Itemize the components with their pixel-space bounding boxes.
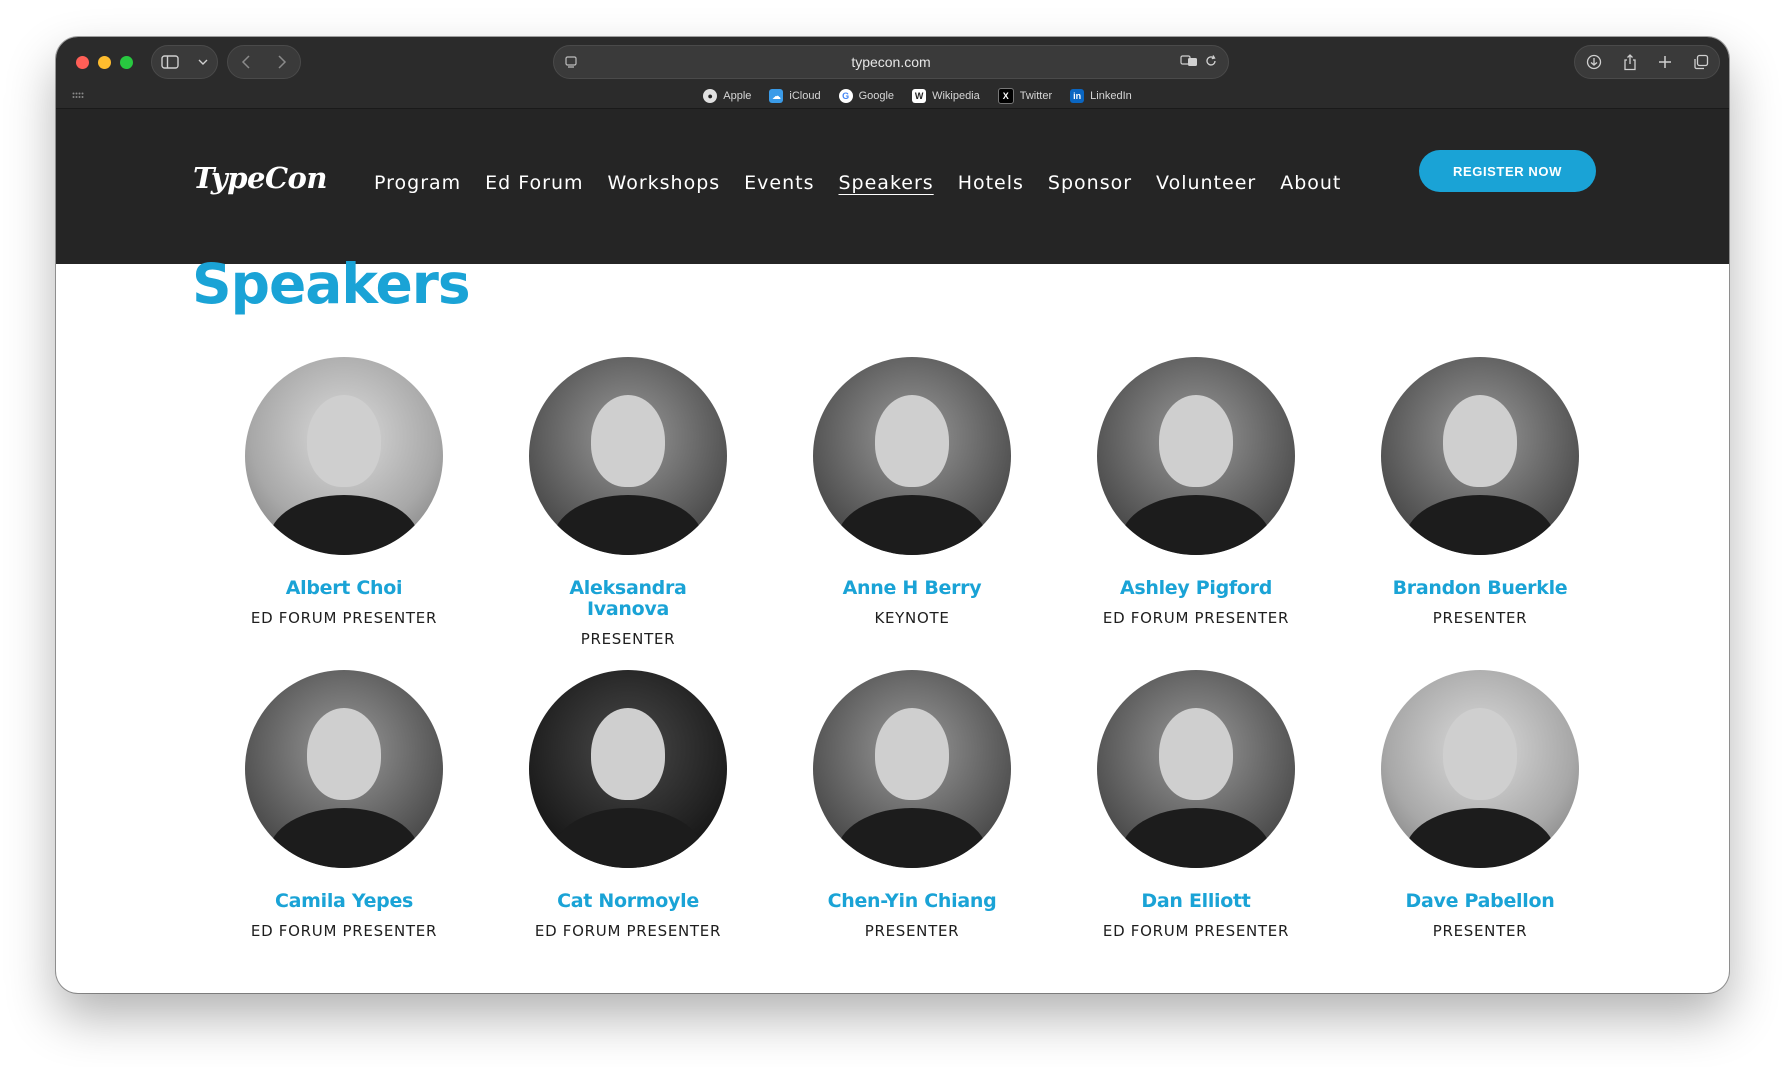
reload-icon[interactable]	[1204, 54, 1218, 68]
speaker-card[interactable]: Camila Yepes ED FORUM PRESENTER	[224, 670, 464, 940]
speaker-card[interactable]: Dave Pabellon PRESENTER	[1360, 670, 1600, 940]
downloads-icon[interactable]	[1586, 54, 1602, 70]
speaker-name[interactable]: Camila Yepes	[224, 891, 464, 912]
speaker-role: ED FORUM PRESENTER	[1102, 609, 1290, 627]
speaker-photo[interactable]	[1097, 357, 1295, 555]
favorites-bar: ● Apple ☁ iCloud G Google W Wikipedia X Twitt…	[56, 86, 1729, 106]
toolbar-actions	[1574, 45, 1720, 79]
favorite-apple[interactable]: ● Apple	[703, 86, 751, 106]
speaker-role: PRESENTER	[580, 630, 676, 648]
speaker-role: ED FORUM PRESENTER	[250, 609, 438, 627]
apple-icon: ●	[703, 89, 718, 103]
close-window-button[interactable]	[76, 56, 89, 69]
main-nav: Program Ed Forum Workshops Events Speake…	[374, 172, 1341, 194]
site-header: TypeCon Program Ed Forum Workshops Event…	[56, 109, 1729, 264]
speaker-photo[interactable]	[245, 670, 443, 868]
window-controls	[76, 56, 133, 69]
speaker-name[interactable]: Albert Choi	[224, 578, 464, 599]
speaker-name[interactable]: Aleksandra Ivanova	[558, 578, 698, 620]
speaker-card[interactable]: Aleksandra Ivanova PRESENTER	[508, 357, 748, 648]
speaker-role: ED FORUM PRESENTER	[534, 922, 722, 940]
favorite-icloud[interactable]: ☁ iCloud	[769, 86, 821, 106]
speaker-role: PRESENTER	[1432, 609, 1528, 627]
nav-about[interactable]: About	[1280, 172, 1341, 194]
page-title: Speakers	[192, 252, 471, 316]
x-icon: X	[997, 88, 1014, 104]
google-icon: G	[838, 89, 853, 103]
favorite-wikipedia[interactable]: W Wikipedia	[912, 86, 980, 106]
minimize-window-button[interactable]	[98, 56, 111, 69]
speaker-card[interactable]: Brandon Buerkle PRESENTER	[1360, 357, 1600, 627]
address-bar[interactable]: typecon.com	[553, 45, 1229, 79]
zoom-window-button[interactable]	[120, 56, 133, 69]
nav-program[interactable]: Program	[374, 172, 461, 194]
speaker-card[interactable]: Dan Elliott ED FORUM PRESENTER	[1076, 670, 1316, 940]
sidebar-icon	[161, 55, 179, 69]
nav-workshops[interactable]: Workshops	[608, 172, 721, 194]
wikipedia-icon: W	[912, 89, 927, 103]
speaker-card[interactable]: Anne H Berry KEYNOTE	[792, 357, 1032, 627]
speaker-role: PRESENTER	[864, 922, 960, 940]
history-navigation	[227, 45, 301, 79]
forward-icon[interactable]	[277, 55, 287, 69]
favorite-linkedin[interactable]: in LinkedIn	[1070, 86, 1132, 106]
speaker-photo[interactable]	[813, 357, 1011, 555]
speaker-role: KEYNOTE	[874, 609, 950, 627]
translate-icon[interactable]	[1180, 54, 1198, 68]
speaker-name[interactable]: Brandon Buerkle	[1360, 578, 1600, 599]
nav-ed-forum[interactable]: Ed Forum	[485, 172, 583, 194]
speaker-card[interactable]: Chen-Yin Chiang PRESENTER	[792, 670, 1032, 940]
speaker-name[interactable]: Anne H Berry	[792, 578, 1032, 599]
speaker-name[interactable]: Ashley Pigford	[1076, 578, 1316, 599]
speaker-card[interactable]: Albert Choi ED FORUM PRESENTER	[224, 357, 464, 627]
speaker-photo[interactable]	[529, 670, 727, 868]
speaker-photo[interactable]	[1381, 357, 1579, 555]
register-now-button[interactable]: REGISTER NOW	[1419, 150, 1596, 192]
nav-sponsor[interactable]: Sponsor	[1048, 172, 1132, 194]
nav-hotels[interactable]: Hotels	[958, 172, 1024, 194]
back-icon[interactable]	[241, 55, 251, 69]
speaker-photo[interactable]	[1097, 670, 1295, 868]
nav-events[interactable]: Events	[744, 172, 814, 194]
speaker-role: ED FORUM PRESENTER	[1102, 922, 1290, 940]
chevron-down-icon[interactable]	[198, 58, 208, 66]
speaker-role: PRESENTER	[1432, 922, 1528, 940]
tab-overview-icon[interactable]	[1693, 54, 1709, 70]
nav-speakers[interactable]: Speakers	[839, 172, 934, 194]
speaker-card[interactable]: Ashley Pigford ED FORUM PRESENTER	[1076, 357, 1316, 627]
speaker-name[interactable]: Cat Normoyle	[508, 891, 748, 912]
speaker-role: ED FORUM PRESENTER	[250, 922, 438, 940]
sidebar-toggle-button[interactable]	[151, 45, 218, 79]
speaker-name[interactable]: Dan Elliott	[1076, 891, 1316, 912]
new-tab-icon[interactable]	[1658, 55, 1672, 69]
speaker-photo[interactable]	[813, 670, 1011, 868]
nav-volunteer[interactable]: Volunteer	[1156, 172, 1256, 194]
favorite-twitter[interactable]: X Twitter	[997, 86, 1052, 106]
icloud-icon: ☁	[769, 89, 784, 103]
speaker-name[interactable]: Chen-Yin Chiang	[792, 891, 1032, 912]
url-text: typecon.com	[851, 54, 931, 70]
speaker-name[interactable]: Dave Pabellon	[1360, 891, 1600, 912]
browser-window: typecon.com ● Apple ☁ iCloud G Google W Wiki…	[56, 37, 1729, 993]
typecon-logo[interactable]: TypeCon	[193, 161, 327, 195]
speaker-card[interactable]: Cat Normoyle ED FORUM PRESENTER	[508, 670, 748, 940]
speaker-photo[interactable]	[1381, 670, 1579, 868]
linkedin-icon: in	[1070, 89, 1085, 103]
speaker-photo[interactable]	[245, 357, 443, 555]
browser-toolbar: typecon.com ● Apple ☁ iCloud G Google W Wiki…	[56, 37, 1729, 109]
share-icon[interactable]	[1623, 53, 1637, 71]
favorite-google[interactable]: G Google	[838, 86, 894, 106]
speaker-photo[interactable]	[529, 357, 727, 555]
